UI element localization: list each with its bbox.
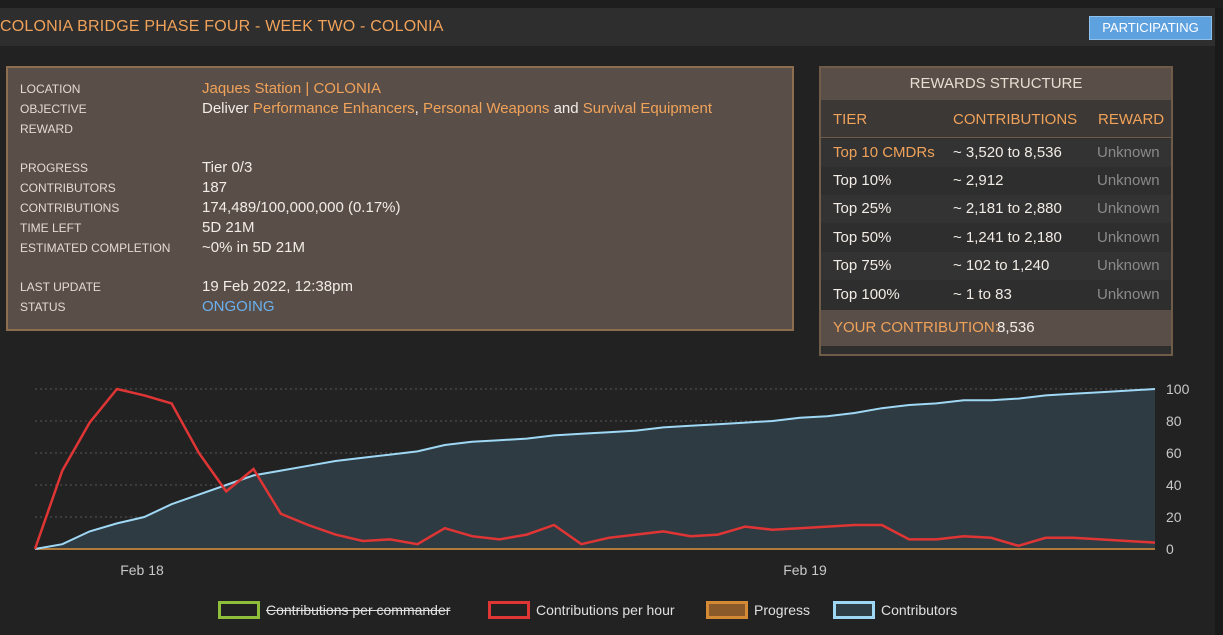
contrib-cell: ~ 2,912 bbox=[953, 172, 1004, 189]
table-row: Top 10% ~ 2,912 Unknown bbox=[821, 167, 1171, 195]
col-tier-header: TIER bbox=[833, 111, 868, 128]
contributors-area bbox=[35, 389, 1155, 549]
y-tick-label: 20 bbox=[1166, 509, 1182, 525]
tier-cell: Top 10% bbox=[833, 172, 892, 189]
legend-swatch bbox=[833, 601, 875, 619]
time-left-label: TIME LEFT bbox=[20, 221, 82, 235]
reward-cell: Unknown bbox=[1097, 144, 1160, 161]
objective-label: OBJECTIVE bbox=[20, 102, 87, 116]
reward-label: REWARD bbox=[20, 122, 73, 136]
rewards-table-header: TIER CONTRIBUTIONS REWARD bbox=[821, 100, 1171, 138]
reward-cell: Unknown bbox=[1097, 286, 1160, 303]
y-tick-label: 40 bbox=[1166, 477, 1182, 493]
tier-cell: Top 10 CMDRs bbox=[833, 144, 935, 161]
tier-cell: Top 50% bbox=[833, 229, 892, 246]
x-axis-ticks: Feb 18 Feb 19 bbox=[120, 562, 827, 578]
y-tick-label: 100 bbox=[1166, 381, 1190, 397]
location-value[interactable]: Jaques Station | COLONIA bbox=[202, 80, 381, 97]
and-word: and bbox=[553, 100, 579, 117]
legend-label: Contributors bbox=[881, 602, 958, 618]
table-row: Top 100% ~ 1 to 83 Unknown bbox=[821, 281, 1171, 309]
legend-swatch bbox=[706, 601, 748, 619]
legend-label: Progress bbox=[754, 602, 811, 618]
legend-progress[interactable]: Progress bbox=[706, 600, 824, 620]
legend-contributors[interactable]: Contributors bbox=[833, 600, 973, 620]
your-contribution-label: YOUR CONTRIBUTION: bbox=[833, 319, 999, 336]
y-tick-label: 0 bbox=[1166, 541, 1174, 557]
last-update-label: LAST UPDATE bbox=[20, 280, 101, 294]
tier-cell: Top 75% bbox=[833, 257, 892, 274]
your-contribution-value: 8,536 bbox=[997, 319, 1035, 336]
y-axis-ticks: 0 20 40 60 80 100 bbox=[1166, 381, 1190, 557]
tier-cell: Top 25% bbox=[833, 200, 892, 217]
table-row: Top 50% ~ 1,241 to 2,180 Unknown bbox=[821, 224, 1171, 252]
table-row: Top 75% ~ 102 to 1,240 Unknown bbox=[821, 252, 1171, 280]
col-contributions-header: CONTRIBUTIONS bbox=[953, 111, 1078, 128]
contrib-cell: ~ 3,520 to 8,536 bbox=[953, 144, 1062, 161]
reward-cell: Unknown bbox=[1097, 200, 1160, 217]
page-title: COLONIA BRIDGE PHASE FOUR - WEEK TWO - C… bbox=[0, 18, 444, 35]
contributors-value: 187 bbox=[202, 179, 228, 196]
participating-button[interactable]: PARTICIPATING bbox=[1089, 16, 1212, 40]
legend-swatch bbox=[218, 601, 260, 619]
progress-label: PROGRESS bbox=[20, 161, 89, 175]
x-tick-label: Feb 18 bbox=[120, 562, 164, 578]
contributions-label: CONTRIBUTIONS bbox=[20, 201, 120, 215]
your-contribution: YOUR CONTRIBUTION: 8,536 bbox=[821, 310, 1171, 346]
y-tick-label: 80 bbox=[1166, 413, 1182, 429]
legend-label: Contributions per commander bbox=[266, 602, 451, 618]
rewards-title: REWARDS STRUCTURE bbox=[821, 68, 1171, 100]
legend-contributions-per-commander[interactable]: Contributions per commander bbox=[218, 600, 478, 620]
commodity-personal-weapons[interactable]: Personal Weapons bbox=[423, 100, 549, 117]
objective-prefix: Deliver bbox=[202, 100, 249, 117]
objective-info-panel: LOCATION Jaques Station | COLONIA OBJECT… bbox=[6, 66, 794, 331]
contrib-cell: ~ 1 to 83 bbox=[953, 286, 1012, 303]
legend-label: Contributions per hour bbox=[536, 602, 675, 618]
location-label: LOCATION bbox=[20, 82, 81, 96]
commodity-survival-equipment[interactable]: Survival Equipment bbox=[583, 100, 712, 117]
estimated-completion-value: ~0% in 5D 21M bbox=[202, 239, 305, 256]
contributions-value: 174,489/100,000,000 (0.17%) bbox=[202, 199, 401, 216]
status-label: STATUS bbox=[20, 300, 66, 314]
estimated-completion-label: ESTIMATED COMPLETION bbox=[20, 241, 171, 255]
scrollbar-track[interactable] bbox=[1215, 8, 1223, 635]
y-tick-label: 60 bbox=[1166, 445, 1182, 461]
contrib-cell: ~ 1,241 to 2,180 bbox=[953, 229, 1062, 246]
objective-header: COLONIA BRIDGE PHASE FOUR - WEEK TWO - C… bbox=[0, 8, 1215, 46]
reward-cell: Unknown bbox=[1097, 229, 1160, 246]
table-row: Top 10 CMDRs ~ 3,520 to 8,536 Unknown bbox=[821, 139, 1171, 167]
legend-swatch bbox=[488, 601, 530, 619]
top-strip bbox=[0, 0, 1223, 8]
comma: , bbox=[414, 100, 419, 117]
tier-cell: Top 100% bbox=[833, 286, 900, 303]
x-tick-label: Feb 19 bbox=[783, 562, 827, 578]
time-left-value: 5D 21M bbox=[202, 219, 255, 236]
rewards-structure-panel: REWARDS STRUCTURE TIER CONTRIBUTIONS REW… bbox=[819, 66, 1173, 356]
progress-value: Tier 0/3 bbox=[202, 159, 253, 176]
last-update-value: 19 Feb 2022, 12:38pm bbox=[202, 278, 353, 295]
commodity-performance-enhancers[interactable]: Performance Enhancers bbox=[253, 100, 415, 117]
col-reward-header: REWARD bbox=[1098, 111, 1165, 128]
contrib-cell: ~ 102 to 1,240 bbox=[953, 257, 1050, 274]
status-value: ONGOING bbox=[202, 298, 275, 315]
contributors-label: CONTRIBUTORS bbox=[20, 181, 116, 195]
contributions-chart[interactable]: 0 20 40 60 80 100 Feb 18 Feb 19 bbox=[0, 370, 1215, 635]
table-row: Top 25% ~ 2,181 to 2,880 Unknown bbox=[821, 195, 1171, 223]
reward-cell: Unknown bbox=[1097, 257, 1160, 274]
contrib-cell: ~ 2,181 to 2,880 bbox=[953, 200, 1062, 217]
objective-value: Deliver Performance Enhancers, Personal … bbox=[202, 100, 712, 117]
reward-cell: Unknown bbox=[1097, 172, 1160, 189]
legend-contributions-per-hour[interactable]: Contributions per hour bbox=[488, 600, 698, 620]
